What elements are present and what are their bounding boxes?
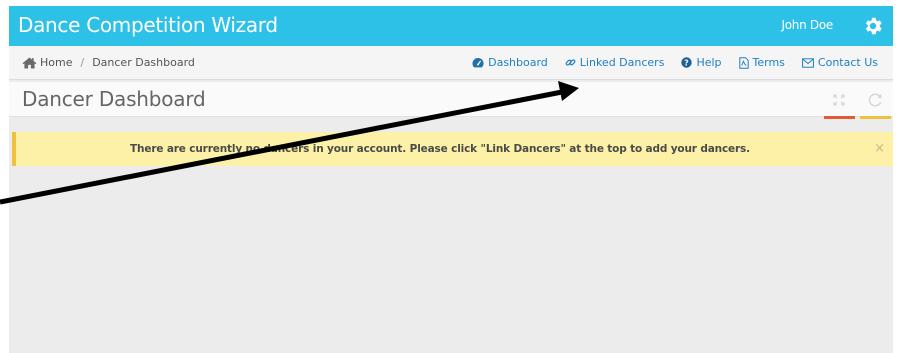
document-icon: [738, 56, 749, 69]
nav-terms-label: Terms: [752, 56, 785, 69]
nav-dashboard-label: Dashboard: [488, 56, 548, 69]
app-title[interactable]: Dance Competition Wizard: [18, 13, 278, 37]
page-title: Dancer Dashboard: [22, 87, 206, 111]
question-circle-icon: ?: [681, 57, 693, 68]
svg-text:?: ?: [685, 58, 690, 67]
nav-help-label: Help: [696, 56, 722, 69]
alert-message: There are currently no dancers in your a…: [130, 143, 750, 155]
alert-close-button[interactable]: ×: [874, 141, 885, 156]
nav-dashboard[interactable]: Dashboard: [472, 56, 548, 69]
no-dancers-alert: There are currently no dancers in your a…: [12, 132, 893, 166]
refresh-button[interactable]: [860, 88, 891, 119]
expand-accent-bar: [824, 116, 855, 119]
refresh-icon: [868, 93, 882, 107]
nav-bar: Home / Dancer Dashboard Dashboard Linked…: [9, 46, 893, 80]
app-frame: Dance Competition Wizard John Doe Home /…: [9, 6, 893, 353]
nav-contact-us[interactable]: Contact Us: [802, 56, 878, 69]
breadcrumb-separator: /: [80, 56, 85, 69]
page-header: Dancer Dashboard: [9, 82, 893, 119]
refresh-accent-bar: [860, 116, 891, 119]
nav-terms[interactable]: Terms: [738, 56, 785, 69]
expand-icon: [833, 94, 845, 106]
dashboard-icon: [472, 57, 484, 68]
nav-linked-dancers-label: Linked Dancers: [579, 56, 665, 69]
gear-icon[interactable]: [862, 15, 884, 37]
user-menu[interactable]: John Doe: [782, 18, 834, 32]
breadcrumb-home[interactable]: Home: [40, 56, 72, 69]
nav-links: Dashboard Linked Dancers ? Help Terms Co…: [455, 56, 878, 69]
home-icon[interactable]: [22, 56, 37, 69]
nav-help[interactable]: ? Help: [681, 56, 722, 69]
breadcrumb: Home / Dancer Dashboard: [22, 56, 195, 69]
breadcrumb-current: Dancer Dashboard: [92, 56, 195, 69]
nav-contact-us-label: Contact Us: [817, 56, 878, 69]
envelope-icon: [802, 57, 814, 68]
top-header: Dance Competition Wizard John Doe: [9, 6, 893, 46]
nav-linked-dancers[interactable]: Linked Dancers: [565, 56, 665, 69]
link-icon: [565, 59, 576, 66]
expand-button[interactable]: [824, 88, 855, 119]
